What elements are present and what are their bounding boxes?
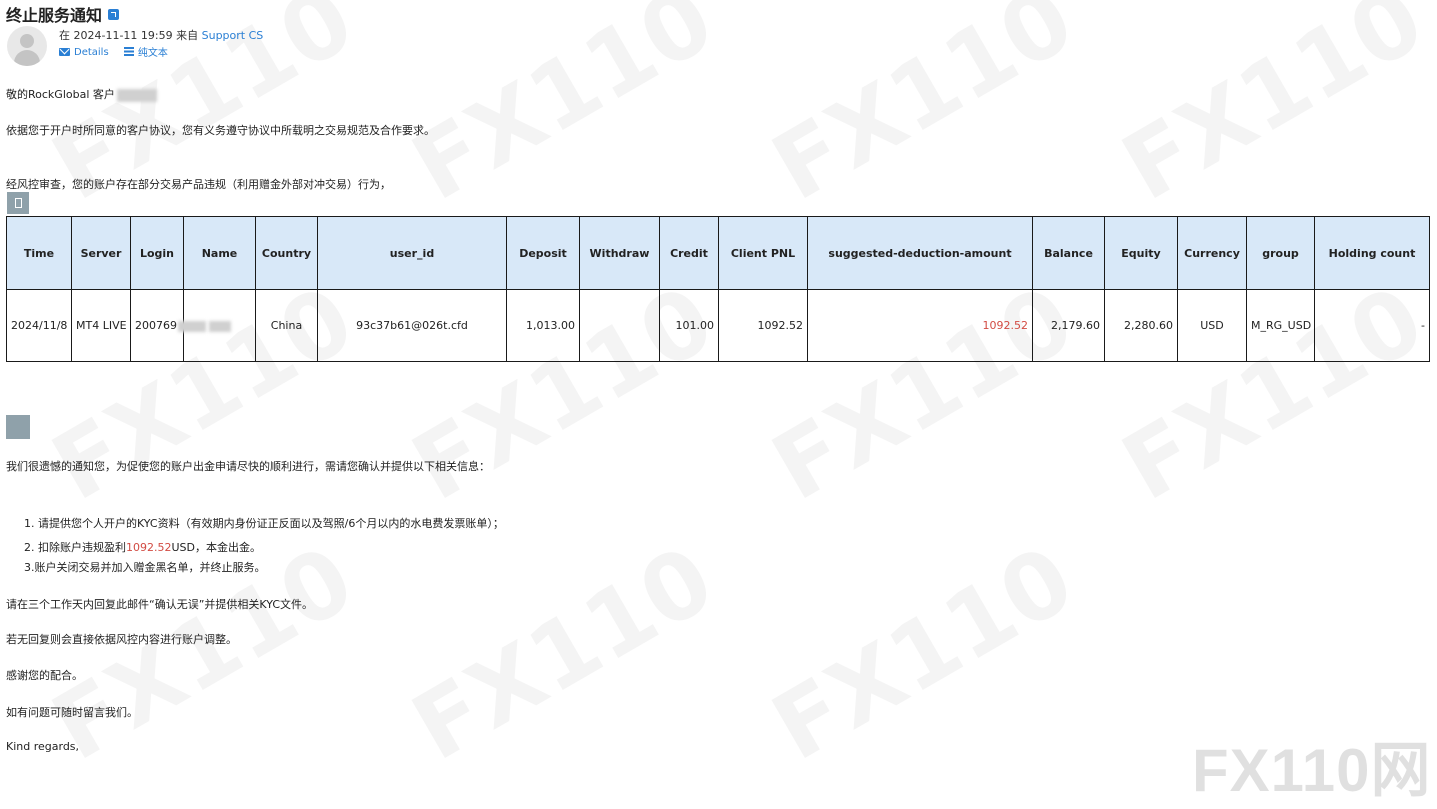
details-label: Details	[74, 46, 109, 58]
watermark: FX110	[755, 526, 1091, 782]
header-equity: Equity	[1104, 216, 1178, 290]
paragraph-reply-deadline: 请在三个工作天内回复此邮件“确认无误”并提供相关KYC文件。	[6, 598, 314, 611]
email-subject: 终止服务通知	[6, 2, 120, 26]
watermark: FX110	[395, 0, 731, 221]
paragraph-no-reply: 若无回复则会直接依据风控内容进行账户调整。	[6, 633, 237, 646]
header-holding-count: Holding count	[1314, 216, 1430, 290]
deduction-amount: 1092.52	[126, 541, 172, 554]
cell-deposit: 1,013.00	[506, 289, 580, 362]
login-value: 200769	[135, 319, 177, 332]
broken-image-icon	[7, 192, 29, 214]
greeting: 敬的RockGlobal 客户	[6, 86, 157, 102]
open-external-icon[interactable]	[108, 9, 120, 20]
header-deduction: suggested-deduction-amount	[807, 216, 1033, 290]
header-client-pnl: Client PNL	[718, 216, 808, 290]
email-meta: 在 2024-11-11 19:59 来自 Support CS	[59, 27, 263, 43]
header-withdraw: Withdraw	[579, 216, 660, 290]
email-subject-text: 终止服务通知	[6, 6, 103, 25]
paragraph-contact: 如有问题可随时留言我们。	[6, 706, 138, 719]
cell-currency: USD	[1177, 289, 1247, 362]
cell-equity: 2,280.60	[1104, 289, 1178, 362]
redacted-login	[178, 320, 206, 332]
cell-group: M_RG_USD	[1246, 289, 1315, 362]
cell-holding-count: -	[1314, 289, 1430, 362]
header-credit: Credit	[659, 216, 719, 290]
watermark: FX110	[755, 0, 1091, 221]
header-currency: Currency	[1177, 216, 1247, 290]
paragraph-agreement: 依据您于开户时所同意的客户协议，您有义务遵守协议中所载明之交易规范及合作要求。	[6, 124, 435, 137]
email-actions: Details 纯文本	[59, 44, 180, 59]
image-placeholder	[6, 415, 30, 439]
cell-login: 200769	[130, 289, 206, 362]
avatar-shoulders	[14, 50, 40, 66]
cell-user-id: 93c37b61@026t.cfd	[317, 289, 507, 362]
paragraph-review: 经风控审查，您的账户存在部分交易产品违规（利用赠金外部对冲交易）行为，	[6, 178, 391, 191]
envelope-icon	[59, 48, 70, 56]
greeting-text: 敬的RockGlobal 客户	[6, 88, 115, 101]
cell-country: China	[255, 289, 318, 362]
cell-client-pnl: 1092.52	[718, 289, 808, 362]
header-user-id: user_id	[317, 216, 507, 290]
cell-withdraw	[579, 289, 660, 362]
table-row: 2024/11/8 MT4 LIVE 200769 China 93c37b61…	[6, 289, 1430, 362]
cell-server: MT4 LIVE	[71, 289, 131, 362]
redacted-name-cell	[208, 320, 231, 332]
account-table: Time Server Login Name Country user_id D…	[6, 216, 1430, 362]
cell-balance: 2,179.60	[1032, 289, 1105, 362]
header-login: Login	[130, 216, 184, 290]
list-item-close: 3.账户关闭交易并加入赠金黑名单，并终止服务。	[24, 561, 266, 574]
header-time: Time	[6, 216, 72, 290]
list-item-deduction: 2. 扣除账户违规盈利1092.52USD，本金出金。	[24, 539, 261, 555]
header-name: Name	[183, 216, 256, 290]
list-item-deduction-prefix: 2. 扣除账户违规盈利	[24, 541, 126, 554]
plain-text-button[interactable]: 纯文本	[123, 44, 168, 59]
header-balance: Balance	[1032, 216, 1105, 290]
cell-credit: 101.00	[659, 289, 719, 362]
header-country: Country	[255, 216, 318, 290]
sender-avatar	[7, 26, 47, 66]
avatar-head	[20, 34, 34, 48]
closing: Kind regards,	[6, 740, 80, 753]
header-deposit: Deposit	[506, 216, 580, 290]
email-timestamp: 在 2024-11-11 19:59 来自	[59, 29, 199, 42]
paragraph-thanks: 感谢您的配合。	[6, 669, 83, 682]
cell-time: 2024/11/8	[6, 289, 72, 362]
text-lines-icon	[123, 47, 134, 56]
sender-link[interactable]: Support CS	[202, 29, 264, 42]
details-button[interactable]: Details	[59, 47, 109, 58]
plain-text-label: 纯文本	[137, 48, 168, 59]
header-group: group	[1246, 216, 1315, 290]
watermark: FX110	[1105, 0, 1437, 221]
cell-deduction: 1092.52	[807, 289, 1033, 362]
list-item-deduction-suffix: USD，本金出金。	[171, 541, 262, 554]
list-item-kyc: 1. 请提供您个人开户的KYC资料（有效期内身份证正反面以及驾照/6个月以内的水…	[24, 517, 504, 530]
table-header-row: Time Server Login Name Country user_id D…	[6, 216, 1430, 290]
header-server: Server	[71, 216, 131, 290]
paragraph-request: 我们很遗憾的通知您，为促使您的账户出金申请尽快的顺利进行，需请您确认并提供以下相…	[6, 460, 490, 473]
redacted-name	[116, 88, 157, 102]
watermark: FX110	[395, 526, 731, 782]
corner-watermark: FX110网	[1192, 737, 1432, 804]
